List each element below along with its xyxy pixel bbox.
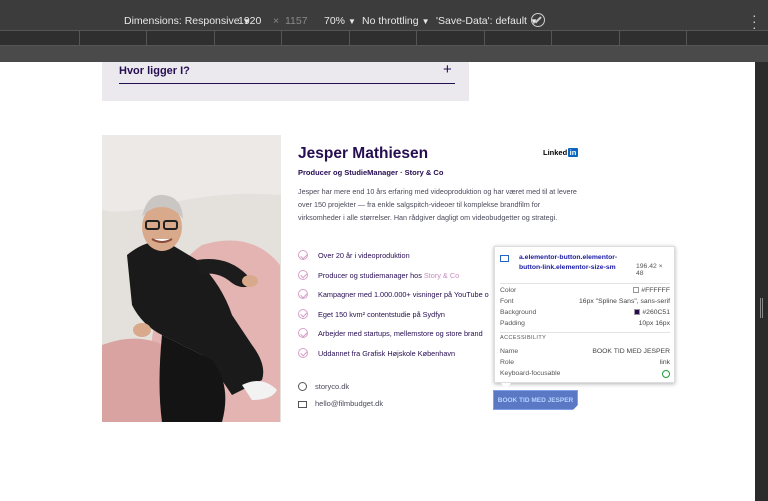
check-circle-icon	[298, 347, 308, 358]
resize-handle[interactable]	[760, 298, 763, 318]
throttling-value: No throttling	[362, 15, 419, 27]
book-button[interactable]: BOOK TID MED JESPER	[493, 390, 578, 410]
check-circle-icon	[298, 328, 308, 339]
prop-value	[662, 370, 670, 380]
highlight-text: Kampagner med 1.000.000+ visninger på Yo…	[318, 290, 489, 300]
color-swatch	[633, 287, 640, 293]
prop-value-text: #260C51	[642, 309, 670, 316]
breakpoint-marker[interactable]	[686, 31, 687, 46]
person-name: Jesper Mathiesen	[298, 145, 429, 162]
check-circle-icon	[662, 370, 670, 378]
element-size: 196.42 × 48	[636, 263, 663, 277]
page-viewport: Hvor ligger I? + Jesper Mathiesen Produc…	[0, 62, 755, 501]
plus-icon[interactable]: +	[443, 62, 452, 78]
ruler-bar	[0, 46, 768, 62]
media-query-bar	[0, 30, 768, 46]
faq-question: Hvor ligger I?	[119, 65, 190, 77]
rotate-icon[interactable]	[531, 13, 545, 27]
height-input[interactable]: 1157	[285, 15, 308, 27]
prop-value: 10px 16px	[638, 320, 670, 327]
highlight-text: Producer og studiemanager hos Story & Co	[318, 271, 459, 280]
linkedin-logo[interactable]: Linked in	[543, 148, 578, 157]
breakpoint-marker[interactable]	[551, 31, 552, 46]
check-circle-icon	[298, 308, 308, 319]
prop-value: #260C51	[634, 309, 670, 316]
prop-label: Font	[500, 298, 514, 305]
profile-photo	[102, 135, 281, 422]
prop-label: Name	[500, 348, 519, 355]
width-input[interactable]: 1920	[238, 15, 261, 27]
accessibility-heading: ACCESSIBILITY	[500, 335, 547, 341]
story-co-link[interactable]: Story & Co	[424, 271, 459, 280]
website-link[interactable]: storyco.dk	[298, 382, 349, 391]
highlight-text: Arbejder med startups, mellemstore og st…	[318, 329, 483, 339]
breakpoint-marker[interactable]	[281, 31, 282, 46]
breakpoint-marker[interactable]	[619, 31, 620, 46]
zoom-dropdown[interactable]: 70% ▼	[324, 15, 356, 27]
highlight-text-main: Producer og studiemanager hos	[318, 270, 424, 280]
breakpoint-marker[interactable]	[214, 31, 215, 46]
breakpoint-marker[interactable]	[146, 31, 147, 46]
inspect-tooltip: a.elementor-button.elementor-button-link…	[494, 246, 675, 389]
list-item: Kampagner med 1.000.000+ visninger på Yo…	[298, 289, 498, 309]
element-icon	[500, 255, 509, 262]
faq-item[interactable]: Hvor ligger I? +	[102, 62, 469, 101]
prop-value: #FFFFFF	[633, 287, 670, 294]
prop-value-text: #FFFFFF	[641, 287, 670, 294]
check-circle-icon	[298, 250, 308, 260]
globe-icon	[298, 382, 307, 391]
breakpoint-marker[interactable]	[79, 31, 80, 46]
times-symbol: ×	[273, 15, 280, 27]
element-selector: a.elementor-button.elementor-button-link…	[519, 254, 618, 271]
highlight-text: Uddannet fra Grafisk Højskole København	[318, 348, 456, 358]
mail-icon	[298, 401, 307, 408]
prop-value: BOOK TID MED JESPER	[592, 348, 670, 355]
list-item: Producer og studiemanager hos Story & Co	[298, 269, 498, 290]
email-text: hello@filmbudget.dk	[315, 399, 384, 408]
linkedin-text: Linked	[543, 148, 568, 157]
person-role: Producer og StudieManager · Story & Co	[298, 168, 444, 177]
dimensions-label: Dimensions: Responsive	[124, 15, 240, 27]
prop-label: Keyboard-focusable	[500, 370, 561, 377]
breakpoint-marker[interactable]	[416, 31, 417, 46]
color-swatch	[634, 309, 641, 315]
website-text: storyco.dk	[315, 382, 350, 391]
highlight-text: Over 20 år i videoproduktion	[318, 251, 410, 260]
check-circle-icon	[298, 269, 308, 280]
scrollbar[interactable]	[755, 62, 768, 501]
dimensions-dropdown[interactable]: Dimensions: Responsive ▼	[124, 15, 250, 27]
prop-value: 16px "Spline Sans", sans-serif	[579, 298, 670, 305]
save-data-dropdown[interactable]: 'Save-Data': default ▼	[436, 15, 538, 27]
caret-down-icon: ▼	[421, 17, 430, 26]
throttling-dropdown[interactable]: No throttling ▼	[362, 15, 430, 27]
prop-label: Role	[500, 359, 514, 366]
breakpoint-marker[interactable]	[484, 31, 485, 46]
highlights-list: Over 20 år i videoproduktion Producer og…	[298, 250, 498, 368]
highlight-text: Eget 150 kvm² contentstudie på Sydfyn	[318, 309, 445, 319]
linkedin-icon: in	[568, 148, 578, 157]
tooltip-divider	[500, 332, 670, 333]
more-options-icon[interactable]: · · ·	[752, 8, 757, 34]
prop-label: Background	[500, 309, 537, 316]
prop-label: Color	[500, 287, 517, 294]
tooltip-arrow	[501, 383, 511, 389]
person-bio: Jesper har mere end 10 års erfaring med …	[298, 187, 577, 222]
list-item: Over 20 år i videoproduktion	[298, 250, 498, 270]
tooltip-divider	[500, 283, 670, 284]
faq-divider	[119, 83, 455, 84]
save-data-value: 'Save-Data': default	[436, 15, 527, 27]
check-circle-icon	[298, 289, 308, 300]
prop-label: Padding	[500, 320, 525, 327]
list-item: Eget 150 kvm² contentstudie på Sydfyn	[298, 308, 498, 329]
list-item: Arbejder med startups, mellemstore og st…	[298, 328, 498, 348]
caret-down-icon: ▼	[348, 17, 356, 26]
breakpoint-marker[interactable]	[349, 31, 350, 46]
zoom-value: 70%	[324, 15, 346, 27]
prop-value: link	[659, 359, 670, 366]
list-item: Uddannet fra Grafisk Højskole København	[298, 347, 498, 368]
email-link[interactable]: hello@filmbudget.dk	[298, 399, 383, 408]
